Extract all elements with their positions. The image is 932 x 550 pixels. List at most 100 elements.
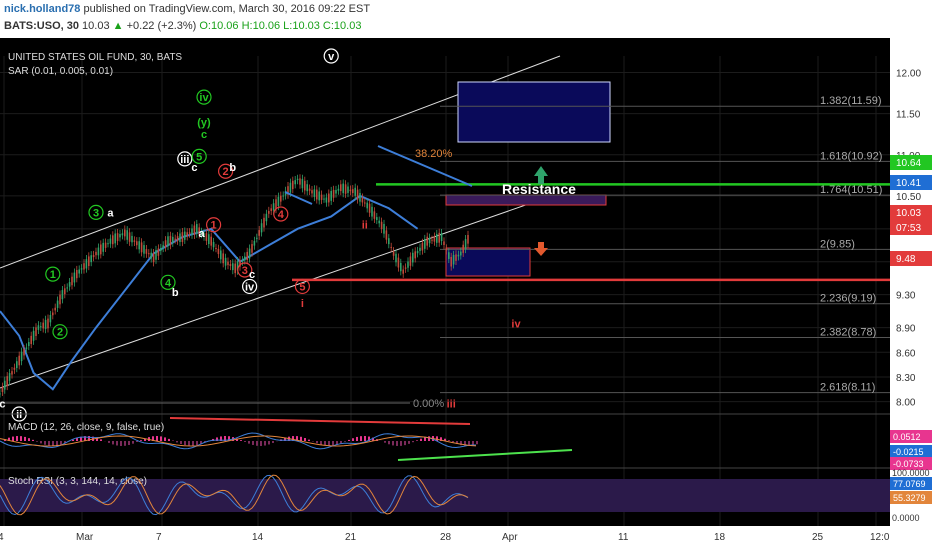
macd-hist-bar (188, 441, 190, 446)
macd-hist-bar (32, 439, 34, 441)
candle-body (376, 217, 378, 220)
time-tick: 25 (812, 532, 824, 543)
candle-body (227, 261, 229, 266)
candle-body (234, 263, 236, 274)
macd-hist-bar (360, 436, 362, 441)
candle-body (390, 246, 392, 248)
price-tag-text: 10.64 (896, 158, 921, 169)
candle-body (462, 244, 464, 253)
candle-body (136, 241, 138, 246)
macd-hist-bar (116, 441, 118, 446)
wave-label: b (172, 287, 179, 299)
candle-body (438, 232, 440, 243)
candle-body (196, 224, 198, 234)
sar-label: SAR (0.01, 0.005, 0.01) (8, 66, 113, 77)
macd-hist-bar (396, 441, 398, 446)
candle-body (359, 192, 361, 202)
price-tag-text: 9.48 (896, 254, 916, 265)
candle-body (16, 361, 18, 369)
wave-label: iv (245, 281, 255, 293)
macd-hist-bar (348, 439, 350, 441)
tradingview-chart-screenshot: nick.holland78 published on TradingView.… (0, 0, 932, 550)
macd-hist-bar (448, 440, 450, 441)
candle-body (71, 276, 73, 286)
price-tag-text: 10.03 (896, 208, 921, 219)
candle-body (328, 193, 330, 203)
candle-body (54, 307, 56, 311)
candle-body (138, 241, 140, 250)
candle-body (323, 198, 325, 200)
candle-body (313, 189, 316, 198)
macd-hist-bar (412, 441, 414, 443)
candle-body (340, 184, 342, 192)
candle-body (349, 189, 352, 192)
macd-hist-bar (308, 439, 310, 441)
price-tick: 12.00 (896, 68, 921, 79)
candle-body (347, 186, 349, 193)
macd-hist-bar (304, 438, 306, 441)
time-tick: 28 (440, 532, 452, 543)
candle-body (148, 253, 150, 255)
candle-body (20, 351, 23, 362)
macd-hist-bar (24, 436, 26, 441)
candle-body (23, 349, 25, 356)
time-tick: 4 (0, 532, 4, 543)
candle-body (419, 247, 421, 252)
candle-body (337, 188, 340, 191)
candle-body (275, 199, 277, 209)
macd-hist-bar (244, 441, 246, 442)
fib-label: 2.618(8.11) (820, 382, 875, 394)
chart-canvas[interactable]: 1.382(11.59) 1.618(10.92) 1.764(10.51) 2(9.… (0, 0, 932, 550)
candle-body (426, 236, 428, 246)
candle-body (1, 386, 4, 392)
candle-body (78, 269, 80, 274)
macd-hist-bar (344, 441, 346, 442)
macd-hist-bar (108, 441, 110, 443)
candle-body (126, 230, 128, 240)
wave-label: c (191, 162, 197, 174)
macd-hist-bar (252, 441, 254, 445)
macd-hist-bar (384, 441, 386, 443)
candle-body (464, 239, 467, 249)
macd-hist-bar (36, 441, 38, 442)
macd-hist-bar (184, 441, 186, 446)
candle-body (378, 220, 380, 224)
macd-hist-bar (320, 441, 322, 445)
candle-body (52, 312, 54, 316)
macd-hist-bar (164, 437, 166, 441)
wave-label: 5 (299, 281, 305, 293)
candle-body (150, 252, 152, 259)
macd-hist-bar (132, 441, 134, 444)
target-zone-box[interactable] (457, 81, 611, 143)
rsi-tag-text: 55.3279 (893, 493, 926, 503)
candle-body (121, 233, 124, 236)
macd-hist-bar (408, 441, 410, 444)
candle-body (59, 294, 61, 305)
candle-body (253, 240, 256, 246)
candle-body (296, 178, 299, 181)
wave-label: 3 (242, 265, 248, 277)
time-axis-background (0, 526, 932, 550)
candle-body (416, 251, 419, 254)
candle-body (217, 248, 220, 255)
candle-body (107, 243, 109, 245)
macd-hist-bar (352, 438, 354, 441)
wave-label: iv (199, 92, 209, 104)
candle-body (450, 256, 452, 267)
macd-hist-bar (196, 441, 198, 446)
candle-body (222, 253, 224, 264)
candle-body (145, 249, 148, 254)
macd-hist-bar (264, 441, 266, 446)
candle-body (73, 272, 76, 283)
wave-label: iv (511, 318, 521, 330)
fib-label: 2.382(8.78) (820, 326, 876, 338)
wave-label: ii (362, 220, 368, 232)
time-tick: 11 (618, 532, 629, 543)
candle-body (368, 203, 371, 213)
price-tick: 8.90 (896, 324, 916, 335)
macd-hist-bar (192, 441, 194, 446)
candle-body (25, 347, 28, 349)
macd-hist-bar (176, 441, 178, 443)
candle-body (116, 233, 119, 241)
macd-hist-bar (100, 439, 102, 441)
